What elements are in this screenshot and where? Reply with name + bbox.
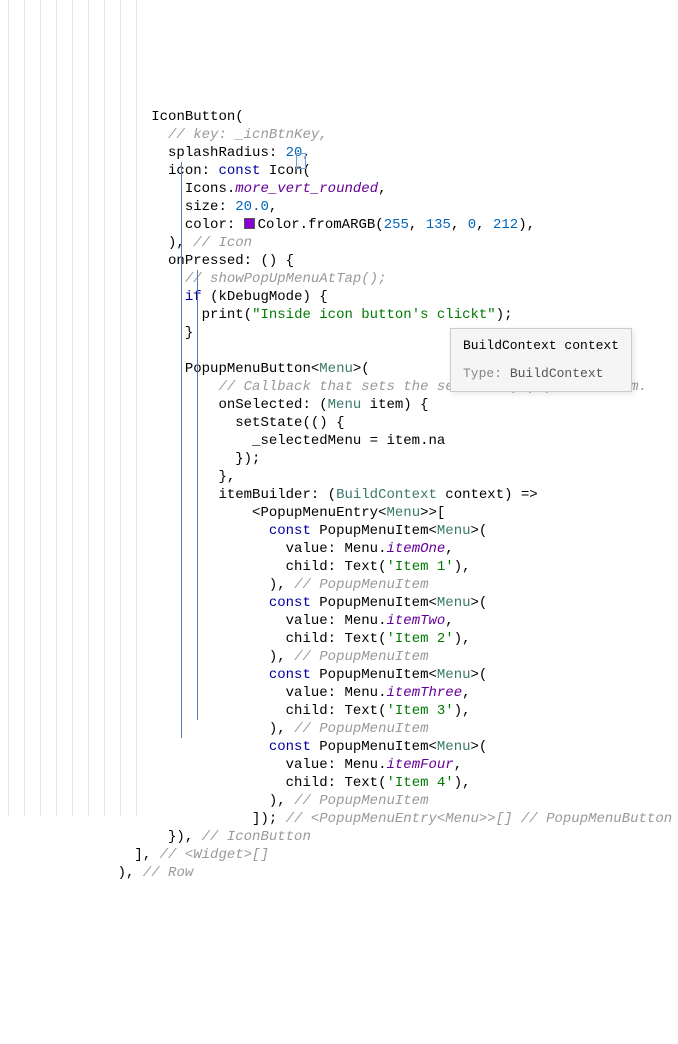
- code-line[interactable]: child: Text('Item 1'),: [0, 558, 678, 576]
- code-line[interactable]: }), // IconButton: [0, 828, 678, 846]
- code-line[interactable]: const PopupMenuItem<Menu>(: [0, 738, 678, 756]
- tooltip-type-value: BuildContext: [510, 366, 604, 381]
- code-line[interactable]: ), // Row: [0, 864, 678, 882]
- code-line[interactable]: const PopupMenuItem<Menu>(: [0, 594, 678, 612]
- code-line[interactable]: IconButton(: [0, 108, 678, 126]
- code-line[interactable]: // showPopUpMenuAtTap();: [0, 270, 678, 288]
- code-line[interactable]: ], // <Widget>[]: [0, 846, 678, 864]
- tooltip-title: BuildContext context: [463, 337, 619, 355]
- code-line[interactable]: splashRadius: 20,: [0, 144, 678, 162]
- code-line[interactable]: child: Text('Item 3'),: [0, 702, 678, 720]
- code-line[interactable]: ), // PopupMenuItem: [0, 792, 678, 810]
- code-line[interactable]: Icons.more_vert_rounded,: [0, 180, 678, 198]
- code-line[interactable]: ), // Icon: [0, 234, 678, 252]
- code-line[interactable]: ), // PopupMenuItem: [0, 648, 678, 666]
- code-line[interactable]: // key: _icnBtnKey,: [0, 126, 678, 144]
- code-line[interactable]: icon: const Icon(: [0, 162, 678, 180]
- code-editor-content[interactable]: IconButton( // key: _icnBtnKey, splashRa…: [0, 108, 678, 882]
- hover-tooltip: BuildContext context Type: BuildContext: [450, 328, 632, 392]
- code-line[interactable]: size: 20.0,: [0, 198, 678, 216]
- code-line[interactable]: ]); // <PopupMenuEntry<Menu>>[] // Popup…: [0, 810, 678, 828]
- code-line[interactable]: if (kDebugMode) {: [0, 288, 678, 306]
- code-line[interactable]: print("Inside icon button's clickt");: [0, 306, 678, 324]
- code-line[interactable]: ), // PopupMenuItem: [0, 720, 678, 738]
- code-line[interactable]: onSelected: (Menu item) {: [0, 396, 678, 414]
- code-line[interactable]: ), // PopupMenuItem: [0, 576, 678, 594]
- code-line[interactable]: onPressed: () {: [0, 252, 678, 270]
- code-line[interactable]: child: Text('Item 4'),: [0, 774, 678, 792]
- code-line[interactable]: <PopupMenuEntry<Menu>>[: [0, 504, 678, 522]
- code-line[interactable]: _selectedMenu = item.na: [0, 432, 678, 450]
- code-line[interactable]: value: Menu.itemFour,: [0, 756, 678, 774]
- tooltip-type-label: Type:: [463, 366, 510, 381]
- code-line[interactable]: value: Menu.itemOne,: [0, 540, 678, 558]
- code-line[interactable]: setState(() {: [0, 414, 678, 432]
- code-line[interactable]: },: [0, 468, 678, 486]
- color-swatch: [244, 218, 255, 229]
- code-line[interactable]: itemBuilder: (BuildContext context) =>: [0, 486, 678, 504]
- code-line[interactable]: const PopupMenuItem<Menu>(: [0, 666, 678, 684]
- tooltip-type-row: Type: BuildContext: [463, 365, 619, 383]
- code-line[interactable]: color: Color.fromARGB(255, 135, 0, 212),: [0, 216, 678, 234]
- code-line[interactable]: });: [0, 450, 678, 468]
- code-line[interactable]: value: Menu.itemTwo,: [0, 612, 678, 630]
- code-line[interactable]: child: Text('Item 2'),: [0, 630, 678, 648]
- code-line[interactable]: const PopupMenuItem<Menu>(: [0, 522, 678, 540]
- code-line[interactable]: value: Menu.itemThree,: [0, 684, 678, 702]
